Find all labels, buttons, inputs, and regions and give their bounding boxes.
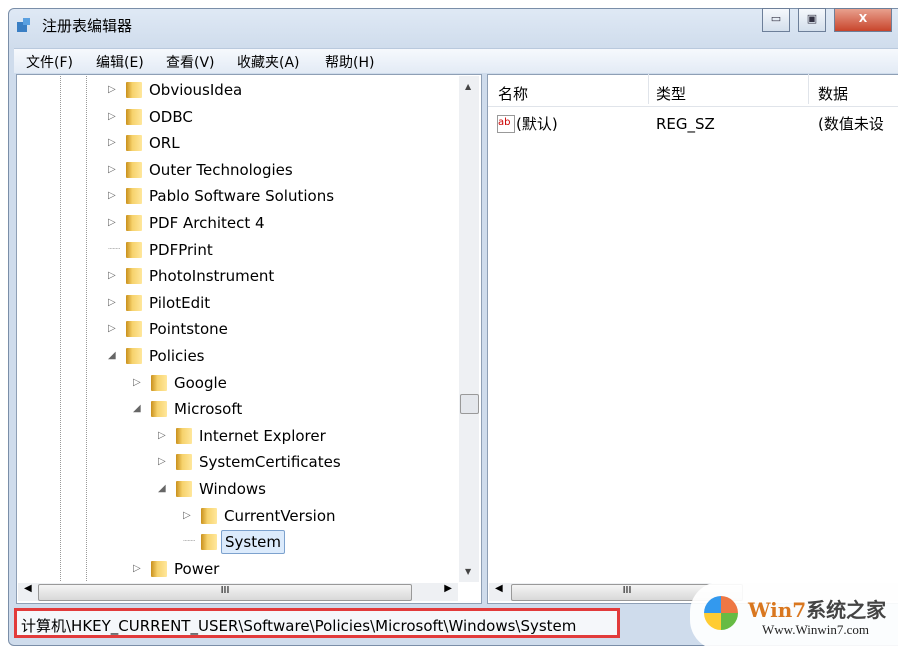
expand-open-icon[interactable]: ◢ [158, 477, 166, 501]
tree-node-label: System [221, 530, 285, 555]
menu-bar: 文件(F) 编辑(E) 查看(V) 收藏夹(A) 帮助(H) [14, 48, 898, 73]
maximize-button[interactable]: ▣ [798, 8, 826, 32]
tree-node-label: PhotoInstrument [149, 267, 275, 286]
list-header: 名称 类型 数据 [488, 74, 898, 107]
menu-file[interactable]: 文件(F) [26, 52, 73, 72]
tree-line: ┈┈ [183, 536, 196, 548]
folder-icon [151, 401, 167, 418]
tree-node-label: Policies [149, 347, 205, 365]
column-name[interactable]: 名称 [498, 83, 528, 104]
expand-closed-icon[interactable]: ▷ [108, 105, 116, 129]
expand-closed-icon[interactable]: ▷ [183, 504, 191, 528]
values-pane [487, 74, 898, 604]
folder-icon [176, 481, 192, 497]
expand-closed-icon[interactable]: ▷ [133, 557, 141, 581]
folder-icon [126, 348, 142, 364]
tree-guide-line [60, 76, 61, 581]
expand-closed-icon[interactable]: ▷ [108, 264, 116, 288]
folder-icon [126, 82, 142, 98]
folder-icon [151, 560, 167, 577]
tree-horizontal-scrollbar[interactable]: ◀ III ▶ [18, 583, 458, 601]
window-title: 注册表编辑器 [42, 17, 133, 35]
menu-help[interactable]: 帮助(H) [325, 52, 374, 72]
menu-view[interactable]: 查看(V) [166, 52, 215, 72]
tree-node-label: PDF Architect 4 [149, 214, 265, 232]
status-bar-path: 计算机\HKEY_CURRENT_USER\Software\Policies\… [14, 608, 620, 638]
scroll-thumb[interactable]: III [38, 584, 412, 601]
expand-closed-icon[interactable]: ▷ [108, 184, 116, 208]
folder-icon [176, 427, 192, 444]
folder-icon [126, 321, 142, 338]
expand-open-icon[interactable]: ◢ [133, 397, 141, 421]
menu-favorites[interactable]: 收藏夹(A) [237, 52, 300, 72]
folder-icon [126, 215, 142, 231]
tree-node-label: ObviousIdea [149, 81, 243, 99]
expand-closed-icon[interactable]: ▷ [108, 131, 116, 155]
tree-node-label: ODBC [149, 107, 193, 126]
expand-closed-icon[interactable]: ▷ [108, 158, 116, 182]
close-button[interactable]: X [834, 8, 892, 32]
tree-node-label: Internet Explorer [199, 426, 326, 445]
tree-node-label: PDFPrint [149, 240, 213, 259]
tree-node-label: Windows [199, 480, 266, 498]
folder-icon [126, 241, 142, 258]
tree-node-label: CurrentVersion [224, 506, 336, 525]
tree-line: ┈┈ [108, 243, 121, 255]
column-data[interactable]: 数据 [818, 83, 848, 104]
tree-vertical-scrollbar[interactable]: ▲ ▼ [459, 76, 479, 582]
minimize-button[interactable]: ▭ [762, 8, 790, 32]
watermark: Win7系统之家 Www.Winwin7.com [690, 582, 898, 650]
string-value-icon: ab [497, 115, 515, 133]
expand-closed-icon[interactable]: ▷ [108, 317, 116, 341]
tree-node-label: ORL [149, 134, 180, 153]
tree-node-label: SystemCertificates [199, 453, 341, 472]
expand-closed-icon[interactable]: ▷ [158, 424, 166, 448]
tree-node-label: Pablo Software Solutions [149, 187, 335, 206]
tree-node-label: PilotEdit [149, 293, 211, 312]
menu-edit[interactable]: 编辑(E) [96, 52, 144, 72]
regedit-icon [17, 18, 30, 32]
scroll-thumb[interactable] [460, 394, 479, 414]
expand-closed-icon[interactable]: ▷ [158, 450, 166, 474]
tree-node-label: Pointstone [149, 320, 228, 339]
folder-icon [126, 188, 142, 205]
folder-icon [126, 294, 142, 311]
tree-node-label: Power [174, 559, 220, 578]
tree-node-label: Google [174, 373, 227, 392]
windows-logo-icon [704, 596, 738, 630]
expand-closed-icon[interactable]: ▷ [108, 291, 116, 315]
column-type[interactable]: 类型 [656, 83, 686, 104]
folder-icon [126, 268, 142, 285]
expand-closed-icon[interactable]: ▷ [133, 371, 141, 395]
tree-node-label: Microsoft [174, 400, 243, 419]
folder-icon [201, 534, 217, 551]
expand-closed-icon[interactable]: ▷ [108, 78, 116, 102]
folder-icon [126, 135, 142, 152]
folder-icon [176, 454, 192, 471]
folder-icon [201, 507, 217, 524]
folder-icon [126, 161, 142, 178]
folder-icon [151, 374, 167, 391]
tree-node-label: Outer Technologies [149, 160, 293, 179]
tree-guide-line [86, 76, 87, 581]
expand-closed-icon[interactable]: ▷ [108, 211, 116, 235]
folder-icon [126, 108, 142, 125]
expand-open-icon[interactable]: ◢ [108, 344, 116, 368]
list-row[interactable]: ab (默认) REG_SZ (数值未设置) [488, 112, 898, 136]
